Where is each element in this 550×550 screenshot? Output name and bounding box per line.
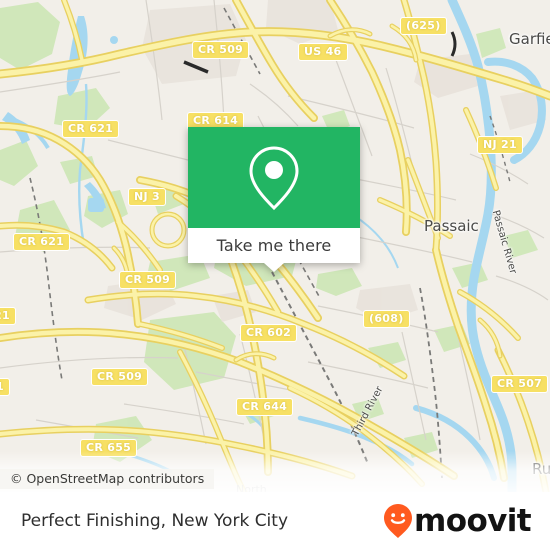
road-shield: CR 644 bbox=[236, 398, 294, 416]
road-shield: CR 621 bbox=[62, 120, 120, 138]
road-shield: (625) bbox=[400, 17, 447, 35]
road-shield: 1 bbox=[0, 378, 10, 396]
take-me-there-popup[interactable]: Take me there bbox=[188, 127, 360, 272]
road-shield: CR 602 bbox=[240, 324, 298, 342]
popup-pointer bbox=[264, 263, 284, 272]
road-shield: CR 509 bbox=[119, 271, 177, 289]
moovit-pin-smiley-icon bbox=[384, 504, 413, 538]
road-shield: NJ 21 bbox=[477, 136, 523, 154]
road-shield: (608) bbox=[363, 310, 410, 328]
road-shield: CR 655 bbox=[80, 439, 138, 457]
road-shield: US 46 bbox=[298, 43, 348, 61]
take-me-there-label: Take me there bbox=[216, 236, 332, 255]
osm-attribution[interactable]: © OpenStreetMap contributors bbox=[0, 469, 215, 489]
moovit-logo[interactable]: moovit bbox=[383, 502, 532, 539]
place-label: Ru bbox=[532, 460, 550, 478]
page-title: Perfect Finishing, New York City bbox=[21, 511, 289, 531]
place-label: Garfield bbox=[509, 30, 550, 48]
screenshot-root: CR 509 US 46 (625) CR 621 CR 614 NJ 21 NJ 3 CR … bbox=[0, 0, 550, 550]
road-shield: CR 621 bbox=[13, 233, 71, 251]
map-pin-icon bbox=[249, 145, 299, 210]
road-shield: CR 509 bbox=[192, 41, 250, 59]
popup-action-area[interactable]: Take me there bbox=[188, 228, 360, 272]
road-shield: CR 509 bbox=[91, 368, 149, 386]
road-shield: NJ 3 bbox=[128, 188, 166, 206]
bottom-bar: Perfect Finishing, New York City moovit bbox=[0, 492, 550, 550]
road-shield: CR 507 bbox=[491, 375, 549, 393]
popup-header bbox=[188, 127, 360, 228]
place-label: Passaic bbox=[424, 217, 479, 235]
moovit-wordmark: moovit bbox=[414, 502, 532, 539]
road-shield: 21 bbox=[0, 307, 16, 325]
